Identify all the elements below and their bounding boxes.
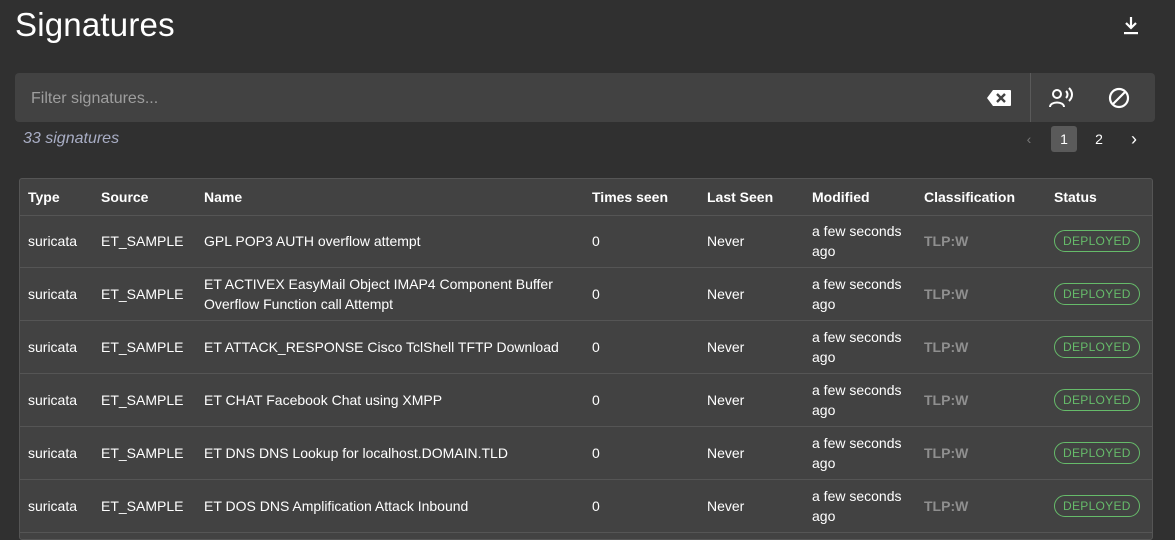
page-title: Signatures: [15, 6, 175, 43]
cell-classification: TLP:W: [924, 445, 969, 461]
cell-last-seen: Never: [707, 339, 745, 355]
cell-name: ET DOS DNS Amplification Attack Inbound: [204, 498, 469, 514]
pagination-prev-button[interactable]: ‹: [1016, 126, 1042, 152]
table-row[interactable]: suricata ET_SAMPLE ET DOS DNS Amplificat…: [20, 480, 1152, 533]
cell-times-seen: 0: [592, 498, 600, 514]
cell-modified: a few seconds ago: [812, 223, 902, 259]
cell-type: suricata: [28, 339, 78, 355]
table-row[interactable]: suricata ET_SAMPLE ET CHAT Facebook Chat…: [20, 374, 1152, 427]
cell-classification: TLP:W: [924, 339, 969, 355]
header-classification[interactable]: Classification: [924, 179, 1034, 215]
cell-source: ET_SAMPLE: [101, 339, 184, 355]
cell-modified: a few seconds ago: [812, 488, 902, 524]
cell-type: suricata: [28, 233, 78, 249]
cell-classification: TLP:W: [924, 498, 969, 514]
cell-source: ET_SAMPLE: [101, 498, 184, 514]
signature-count: 33 signatures: [23, 130, 120, 147]
cell-times-seen: 0: [592, 233, 600, 249]
cell-source: ET_SAMPLE: [101, 286, 184, 302]
pagination-next-button[interactable]: ›: [1121, 126, 1147, 152]
cell-source: ET_SAMPLE: [101, 392, 184, 408]
header-last-seen[interactable]: Last Seen: [707, 179, 797, 215]
toolbar-divider: [1030, 73, 1031, 122]
cell-last-seen: Never: [707, 286, 745, 302]
cell-name: ET ATTACK_RESPONSE Cisco TclShell TFTP D…: [204, 339, 559, 355]
status-badge: DEPLOYED: [1054, 495, 1140, 517]
download-button[interactable]: [1117, 12, 1145, 40]
cell-name: GPL POP3 AUTH overflow attempt: [204, 233, 421, 249]
cell-type: suricata: [28, 286, 78, 302]
cell-last-seen: Never: [707, 233, 745, 249]
search-bar: [15, 73, 1155, 124]
cell-classification: TLP:W: [924, 392, 969, 408]
cell-type: suricata: [28, 498, 78, 514]
cell-type: suricata: [28, 392, 78, 408]
pagination-page-2[interactable]: 2: [1086, 126, 1112, 152]
pagination-page-1[interactable]: 1: [1051, 126, 1077, 152]
cell-source: ET_SAMPLE: [101, 445, 184, 461]
status-badge: DEPLOYED: [1054, 389, 1140, 411]
cell-times-seen: 0: [592, 339, 600, 355]
cell-modified: a few seconds ago: [812, 382, 902, 418]
table-row[interactable]: suricata ET_SAMPLE ET ACTIVEX EasyMail O…: [20, 268, 1152, 321]
status-badge: DEPLOYED: [1054, 230, 1140, 252]
cell-times-seen: 0: [592, 445, 600, 461]
cell-type: suricata: [28, 445, 78, 461]
backspace-clear-icon: [987, 90, 1011, 106]
person-voice-icon: [1049, 87, 1073, 108]
cell-name: ET CHAT Facebook Chat using XMPP: [204, 392, 443, 408]
block-filter-button[interactable]: [1105, 85, 1133, 111]
block-icon: [1108, 87, 1130, 109]
cell-modified: a few seconds ago: [812, 435, 902, 471]
table-row[interactable]: suricata ET_SAMPLE GPL POP3 AUTH overflo…: [20, 215, 1152, 268]
cell-classification: TLP:W: [924, 233, 969, 249]
table-row[interactable]: suricata ET_SAMPLE ET DNS DNS Lookup for…: [20, 427, 1152, 480]
assignee-filter-button[interactable]: [1048, 85, 1076, 111]
cell-name: ET DNS DNS Lookup for localhost.DOMAIN.T…: [204, 445, 508, 461]
header-source[interactable]: Source: [101, 179, 201, 215]
clear-search-button[interactable]: [985, 86, 1013, 110]
cell-modified: a few seconds ago: [812, 329, 902, 365]
search-input[interactable]: [15, 73, 993, 124]
cell-last-seen: Never: [707, 498, 745, 514]
cell-last-seen: Never: [707, 392, 745, 408]
download-icon: [1124, 17, 1138, 35]
cell-times-seen: 0: [592, 392, 600, 408]
header-status[interactable]: Status: [1054, 179, 1144, 215]
cell-last-seen: Never: [707, 445, 745, 461]
table-row[interactable]: suricata ET_SAMPLE ET ATTACK_RESPONSE Ci…: [20, 321, 1152, 374]
table-header: Type Source Name Times seen Last Seen Mo…: [20, 179, 1152, 216]
status-badge: DEPLOYED: [1054, 336, 1140, 358]
cell-classification: TLP:W: [924, 286, 969, 302]
header-type[interactable]: Type: [28, 179, 98, 215]
header-name[interactable]: Name: [204, 179, 584, 215]
signatures-table: Type Source Name Times seen Last Seen Mo…: [19, 178, 1153, 540]
header-times-seen[interactable]: Times seen: [592, 179, 692, 215]
cell-name: ET ACTIVEX EasyMail Object IMAP4 Compone…: [204, 276, 553, 312]
cell-source: ET_SAMPLE: [101, 233, 184, 249]
cell-times-seen: 0: [592, 286, 600, 302]
status-badge: DEPLOYED: [1054, 283, 1140, 305]
header-modified[interactable]: Modified: [812, 179, 912, 215]
cell-modified: a few seconds ago: [812, 276, 902, 312]
status-badge: DEPLOYED: [1054, 442, 1140, 464]
